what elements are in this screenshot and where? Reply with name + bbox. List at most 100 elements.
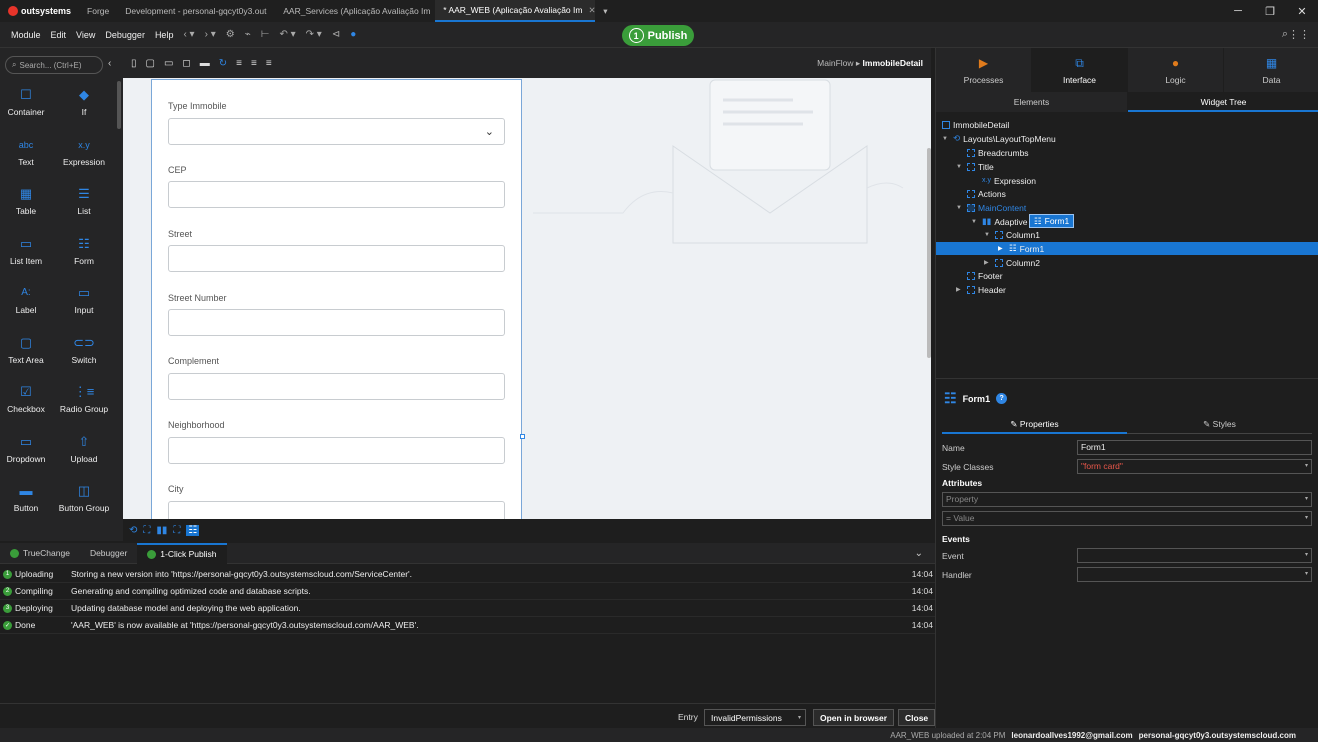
tree-node-screen[interactable]: ImmobileDetail <box>942 118 1009 131</box>
close-button[interactable]: Close <box>898 709 936 726</box>
search-input[interactable]: ⌕ Search... (Ctrl+E) <box>5 56 103 74</box>
tool-container[interactable]: ☐ Container <box>0 86 52 117</box>
settings-icon[interactable]: ⚙ <box>221 29 240 40</box>
tool-text[interactable]: abc Text <box>0 136 52 167</box>
column-icon[interactable]: ⛶ <box>173 525 180 536</box>
tool-button-group[interactable]: ◫ Button Group <box>58 482 110 513</box>
collapse-icon[interactable]: ‹ <box>108 58 111 69</box>
help-icon[interactable]: ● <box>345 29 361 40</box>
tool-text-area[interactable]: ▢ Text Area <box>0 334 52 365</box>
menu-edit[interactable]: Edit <box>46 30 72 40</box>
tree-node-layout[interactable]: ▼ ⟲ Layouts\LayoutTopMenu <box>942 132 1056 145</box>
breadcrumb-flow[interactable]: MainFlow <box>817 58 853 68</box>
tool-list[interactable]: ☰ List <box>58 185 110 216</box>
canvas-scrollbar[interactable] <box>927 148 931 358</box>
tool-table[interactable]: ▦ Table <box>0 185 52 216</box>
align-right-icon[interactable]: ≡ <box>266 58 272 69</box>
expand-icon[interactable]: ▼ <box>984 232 992 238</box>
menu-view[interactable]: View <box>71 30 100 40</box>
menu-help[interactable]: Help <box>150 30 179 40</box>
tree-node-title[interactable]: ▼ Title <box>956 160 994 173</box>
tab-data[interactable]: ▦ Data <box>1224 48 1318 92</box>
undo-icon[interactable]: ↶ ▾ <box>274 29 300 40</box>
open-in-browser-button[interactable]: Open in browser <box>813 709 895 726</box>
tool-if[interactable]: ◆ If <box>58 86 110 117</box>
menu-module[interactable]: Module <box>6 30 46 40</box>
value-input[interactable]: = Value ▾ <box>942 511 1312 526</box>
redo-icon[interactable]: ↷ ▾ <box>301 29 327 40</box>
tree-node-footer[interactable]: Footer <box>967 269 1003 282</box>
chevron-down-icon[interactable]: ▾ <box>595 0 615 22</box>
tool-list-item[interactable]: ▭ List Item <box>0 235 52 266</box>
neighborhood-input[interactable] <box>168 437 505 464</box>
street-number-input[interactable] <box>168 309 505 336</box>
close-window-icon[interactable]: ✕ <box>1286 0 1318 22</box>
collapse-icon[interactable]: ▶ <box>956 286 964 293</box>
tool-radio-group[interactable]: ⋮≡ Radio Group <box>58 383 110 414</box>
back-icon[interactable]: ‹ ▾ <box>178 29 199 40</box>
announce-icon[interactable]: ⊲ <box>327 29 345 40</box>
forward-icon[interactable]: › ▾ <box>200 29 221 40</box>
scrollbar[interactable] <box>117 81 121 129</box>
entry-dropdown[interactable]: InvalidPermissions ▾ <box>704 709 806 726</box>
expand-icon[interactable]: ▼ <box>971 219 979 225</box>
desktop-icon[interactable]: ▭ <box>164 58 173 69</box>
tab-processes[interactable]: ▶ Processes <box>936 48 1031 92</box>
window-icon[interactable]: ◻ <box>182 58 190 69</box>
tool-upload[interactable]: ⇧ Upload <box>58 433 110 464</box>
tree-node-actions[interactable]: Actions <box>967 187 1006 200</box>
tab-styles[interactable]: ✎ Styles <box>1127 416 1312 434</box>
expand-icon[interactable]: ▼ <box>956 164 964 170</box>
style-classes-input[interactable]: "form card" ▾ <box>1077 459 1312 474</box>
name-input[interactable]: Form1 <box>1077 440 1312 455</box>
expand-icon[interactable]: ▼ <box>956 205 964 211</box>
city-input[interactable] <box>168 501 505 519</box>
event-dropdown[interactable]: ▾ <box>1077 548 1312 563</box>
tree-node-header[interactable]: ▶ Header <box>956 283 1006 296</box>
tree-node-expression[interactable]: x.y Expression <box>982 174 1036 187</box>
tool-checkbox[interactable]: ☑ Checkbox <box>0 383 52 414</box>
complement-input[interactable] <box>168 373 505 400</box>
container-icon[interactable]: ⛶ <box>143 525 150 536</box>
layout-icon[interactable]: ⟲ <box>129 525 137 536</box>
tab-debugger[interactable]: Debugger <box>80 543 137 564</box>
form-column[interactable]: Type Immobile ⌄ CEP Street Street Number… <box>151 79 522 519</box>
collapse-icon[interactable]: ▶ <box>998 245 1006 252</box>
tab-aar-services[interactable]: AAR_Services (Aplicação Avaliação Im✕ <box>275 0 435 22</box>
split-icon[interactable]: ⊢ <box>256 29 275 40</box>
maximize-icon[interactable]: ❐ <box>1254 0 1286 22</box>
plug-icon[interactable]: ⌁ <box>240 29 256 40</box>
align-center-icon[interactable]: ≡ <box>251 58 257 69</box>
tab-logic[interactable]: ● Logic <box>1128 48 1223 92</box>
publish-button[interactable]: 1 Publish <box>622 25 694 46</box>
columns-icon[interactable]: ▮▮ <box>156 525 167 536</box>
apps-grid-icon[interactable]: ⋮⋮ <box>1288 28 1310 41</box>
tab-aar-web[interactable]: * AAR_WEB (Aplicação Avaliação Im ✕ <box>435 0 596 22</box>
tool-input[interactable]: ▭ Input <box>58 284 110 315</box>
tab-widget-tree[interactable]: Widget Tree <box>1128 92 1318 112</box>
phone-icon[interactable]: ▯ <box>131 58 137 69</box>
tree-node-form1[interactable]: ▶ ☷ Form1 <box>998 242 1044 255</box>
tool-label[interactable]: A: Label <box>0 284 52 316</box>
tree-node-column1[interactable]: ▼ Column1 <box>984 228 1040 241</box>
tablet-icon[interactable]: ▢ <box>146 58 155 69</box>
breadcrumb-screen[interactable]: ImmobileDetail <box>863 58 923 68</box>
tab-development[interactable]: Development - personal-gqcyt0y3.out <box>117 0 275 22</box>
form-icon[interactable]: ☷ <box>186 524 200 536</box>
tree-node-breadcrumbs[interactable]: Breadcrumbs <box>967 146 1029 159</box>
close-icon[interactable]: ✕ <box>588 5 595 16</box>
resize-handle[interactable] <box>520 434 525 439</box>
tool-switch[interactable]: ⊂⊃ Switch <box>58 334 110 365</box>
help-icon[interactable]: ? <box>996 393 1008 404</box>
toggle-icon[interactable]: ▬ <box>200 58 210 69</box>
tree-node-adaptive[interactable]: ▼ ▮▮ Adaptive <box>971 215 1027 228</box>
tab-truechange[interactable]: TrueChange <box>0 543 80 564</box>
refresh-icon[interactable]: ↻ <box>219 58 227 69</box>
tab-forge[interactable]: Forge <box>79 0 117 22</box>
tool-button[interactable]: ▬ Button <box>0 482 52 513</box>
tool-expression[interactable]: x.y Expression <box>58 136 110 167</box>
tab-1-click-publish[interactable]: 1-Click Publish <box>137 542 227 564</box>
tab-interface[interactable]: ⧉ Interface <box>1032 48 1127 92</box>
expand-icon[interactable]: ▼ <box>942 136 950 142</box>
tree-node-column2[interactable]: ▶ Column2 <box>984 256 1040 269</box>
